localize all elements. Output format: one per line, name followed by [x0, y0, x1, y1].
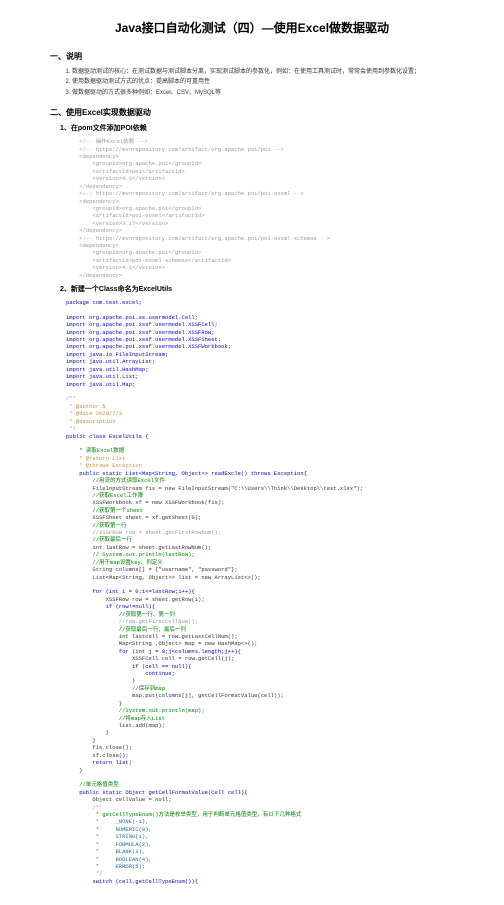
list-item: 做数据驱动的方式很多种例如：Excel、CSV、MySQL等	[72, 89, 454, 97]
code-block: package com.test.excel; import org.apach…	[66, 299, 454, 885]
section-1-heading: 一、说明	[50, 51, 454, 62]
sub-1: 1、在pom文件添加POI依赖	[60, 124, 454, 134]
list-item: 数据驱动测试的核心：在测试数据与测试脚本分离，实现测试脚本的参数化，例如：在使用…	[72, 68, 454, 76]
section-1-list: 数据驱动测试的核心：在测试数据与测试脚本分离，实现测试脚本的参数化，例如：在使用…	[72, 68, 454, 97]
page-title: Java接口自动化测试（四）—使用Excel做数据驱动	[50, 20, 454, 37]
sub-2: 2、新建一个Class命名为ExcelUtils	[60, 285, 454, 295]
pom-block: <!-- 操作Excel依赖 --> <!-- https://mvnrepos…	[66, 138, 454, 279]
section-2-heading: 二、使用Excel实现数据驱动	[50, 107, 454, 118]
list-item: 使用数据驱动测试方式的优点：提高脚本的可重用性	[72, 78, 454, 86]
